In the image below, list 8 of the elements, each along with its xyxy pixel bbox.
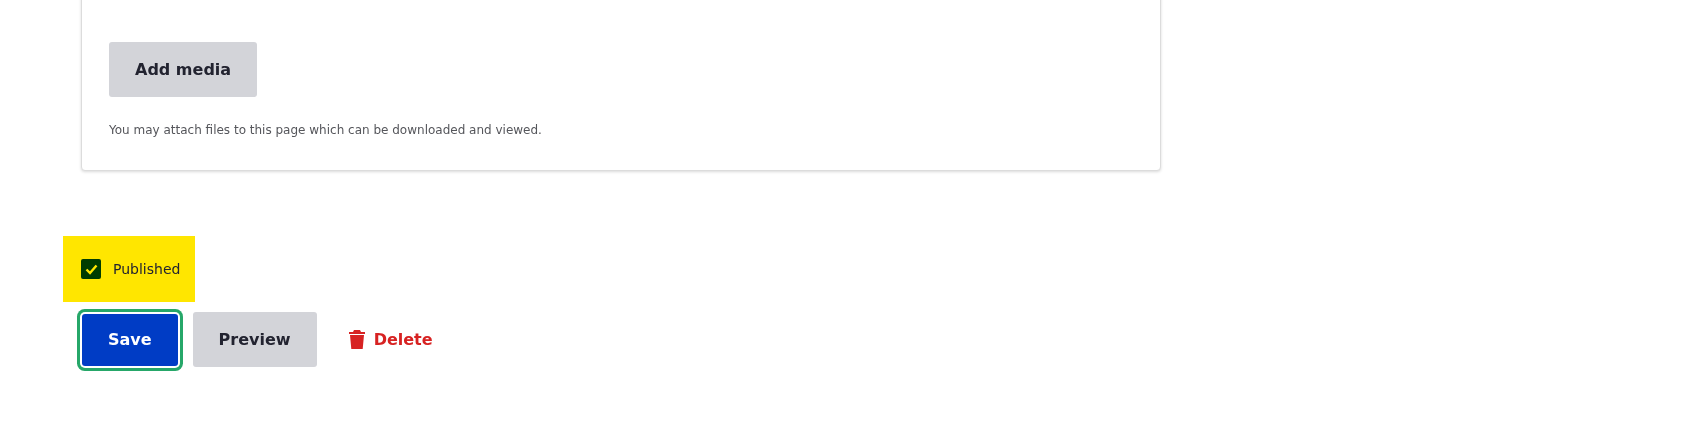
delete-link[interactable]: Delete [344,323,437,356]
checkbox-label: Published [113,259,181,279]
trash-icon [348,330,365,349]
check-icon [84,263,98,275]
checkbox[interactable] [81,259,101,279]
add-media-button[interactable]: Add media [109,42,258,97]
help-text: You may attach files to this page which can be downloaded and viewed. [109,122,542,139]
preview-button[interactable]: Preview [192,312,317,367]
